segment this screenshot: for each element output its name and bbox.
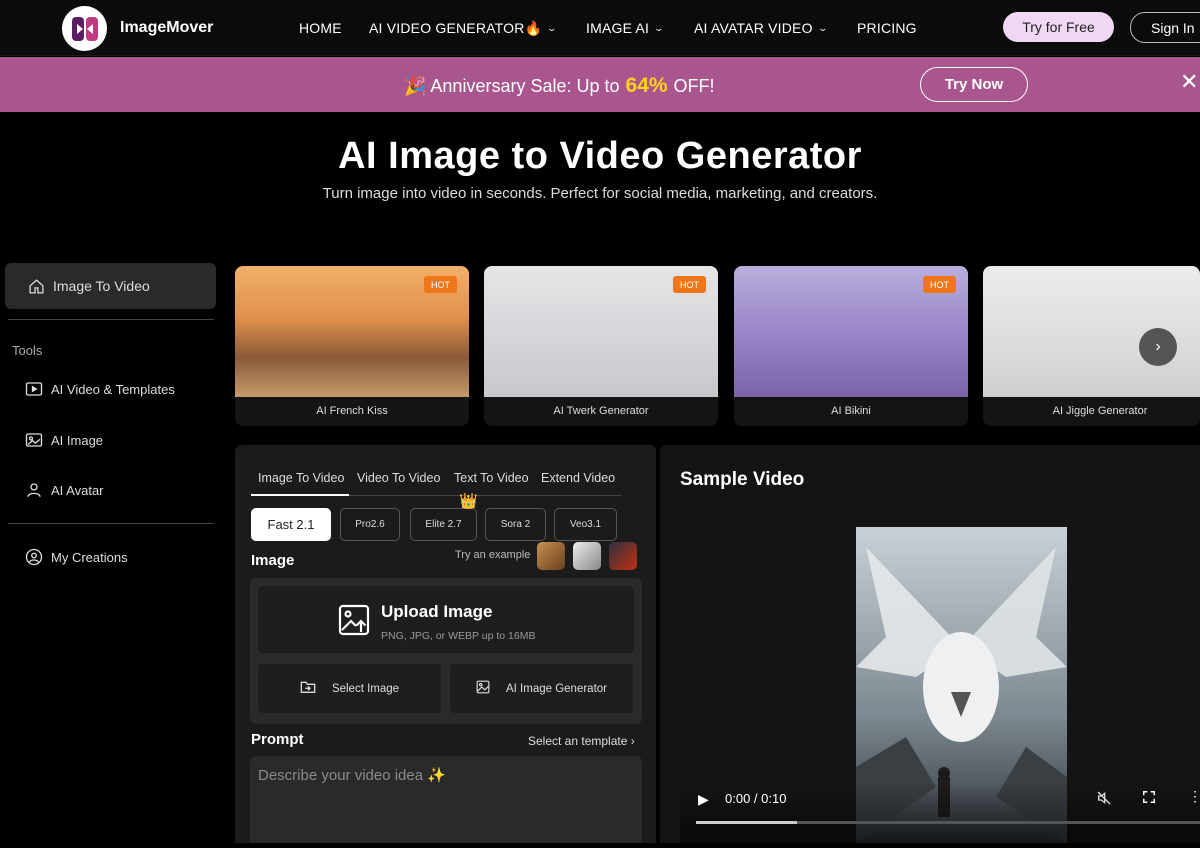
tools-heading: Tools [12, 343, 43, 358]
select-template-label: Select an template [528, 734, 628, 748]
image-icon [25, 431, 43, 449]
home-icon [27, 277, 45, 295]
template-label: AI Twerk Generator [553, 405, 649, 417]
nav-ai-avatar-video[interactable]: AI AVATAR VIDEO ⌄ [694, 20, 828, 36]
model-sora-2[interactable]: Sora 2 [485, 508, 546, 541]
sample-video-panel: Sample Video ▶ 0:00 / 0:10 ⋮ [660, 445, 1200, 843]
crown-icon: 👑 [459, 493, 478, 510]
tab-image-to-video[interactable]: Image To Video [258, 471, 344, 485]
prompt-label: Prompt [251, 731, 304, 748]
generator-panel: Image To Video Video To Video Text To Vi… [235, 445, 656, 843]
video-progress-bar[interactable] [696, 821, 1200, 824]
sidebar-item-label: AI Video & Templates [51, 381, 175, 397]
video-controls: ▶ 0:00 / 0:10 ⋮ [680, 783, 1200, 843]
sidebar-item-label: AI Avatar [51, 482, 104, 498]
divider [8, 523, 214, 524]
model-fast-2-1[interactable]: Fast 2.1 [251, 508, 331, 541]
sale-percent: 64% [625, 74, 668, 97]
chevron-down-icon: ⌄ [653, 22, 665, 33]
image-icon [476, 680, 490, 697]
carousel-next-button[interactable]: › [1139, 328, 1177, 366]
tab-text-to-video[interactable]: Text To Video [454, 471, 529, 485]
user-icon [25, 481, 43, 499]
select-image-label: Select Image [331, 682, 400, 695]
sale-text-post: OFF! [673, 75, 715, 96]
active-tab-indicator [251, 494, 349, 496]
more-options-icon[interactable]: ⋮ [1188, 788, 1200, 805]
video-progress-fill [696, 821, 797, 824]
upload-hint: PNG, JPG, or WEBP up to 16MB [381, 630, 536, 642]
page-title: AI Image to Video Generator [338, 135, 862, 177]
sidebar-item-ai-video-templates[interactable]: AI Video & Templates [25, 380, 175, 398]
template-card-twerk-generator[interactable]: HOT AI Twerk Generator [484, 266, 718, 426]
sidebar-item-label: My Creations [51, 549, 128, 565]
nav-ai-video-generator[interactable]: AI VIDEO GENERATOR🔥 ⌄ [369, 20, 558, 37]
prompt-input[interactable]: Describe your video idea ✨ [250, 756, 642, 843]
upload-area: Upload Image PNG, JPG, or WEBP up to 16M… [250, 578, 642, 724]
model-pro-2-6[interactable]: Pro2.6 [340, 508, 400, 541]
try-for-free-button[interactable]: Try for Free [1003, 12, 1114, 42]
image-upload-icon [338, 604, 370, 641]
tab-video-to-video[interactable]: Video To Video [357, 471, 440, 485]
mute-icon[interactable] [1096, 790, 1112, 811]
fullscreen-icon[interactable] [1142, 790, 1156, 809]
sale-text-pre: 🎉 Anniversary Sale: Up to [404, 75, 620, 96]
example-thumbnail[interactable] [609, 542, 637, 570]
select-template-link[interactable]: Select an template › [528, 734, 635, 748]
ai-image-generator-label: AI Image Generator [506, 682, 607, 695]
page-subtitle: Turn image into video in seconds. Perfec… [322, 185, 878, 202]
nav-pricing[interactable]: PRICING [857, 20, 917, 36]
folder-icon [300, 680, 316, 697]
chevron-down-icon: ⌄ [546, 23, 558, 33]
profile-circle-icon [25, 548, 43, 566]
try-example-label: Try an example [455, 549, 531, 561]
video-icon [25, 380, 43, 398]
ai-image-generator-button[interactable]: AI Image Generator [450, 664, 633, 713]
sidebar-item-label: AI Image [51, 432, 104, 448]
hot-badge: HOT [424, 276, 457, 293]
upload-title: Upload Image [381, 602, 493, 621]
model-veo-3-1[interactable]: Veo3.1 [554, 508, 617, 541]
hot-badge: HOT [923, 276, 956, 293]
template-label: AI French Kiss [316, 405, 388, 417]
template-card-bikini[interactable]: HOT AI Bikini [734, 266, 968, 426]
sample-video-title: Sample Video [680, 469, 805, 490]
close-icon[interactable]: ✕ [1180, 69, 1198, 95]
template-label: AI Bikini [831, 405, 871, 417]
sidebar-item-ai-image[interactable]: AI Image [25, 431, 103, 449]
sign-in-button[interactable]: Sign In [1130, 12, 1200, 43]
chevron-right-icon: › [630, 734, 635, 748]
sale-banner: 🎉 Anniversary Sale: Up to 64% OFF! Try N… [0, 57, 1200, 112]
logo[interactable] [62, 6, 107, 51]
nav-image-ai[interactable]: IMAGE AI ⌄ [586, 20, 665, 36]
example-thumbnail[interactable] [573, 542, 601, 570]
sidebar-item-my-creations[interactable]: My Creations [25, 548, 128, 566]
brand-name[interactable]: ImageMover [120, 19, 213, 37]
template-label: AI Jiggle Generator [1052, 405, 1148, 417]
try-now-button[interactable]: Try Now [920, 67, 1028, 102]
image-label: Image [251, 552, 295, 569]
template-card-french-kiss[interactable]: HOT AI French Kiss [235, 266, 469, 426]
nav-home[interactable]: HOME [299, 20, 342, 36]
video-time: 0:00 / 0:10 [725, 791, 787, 806]
play-icon[interactable]: ▶ [698, 791, 709, 808]
hot-badge: HOT [673, 276, 706, 293]
divider [8, 319, 214, 320]
sidebar-item-label: Image To Video [53, 278, 150, 294]
sale-text: 🎉 Anniversary Sale: Up to 64% OFF! [404, 74, 715, 98]
chevron-down-icon: ⌄ [817, 22, 828, 33]
sidebar-item-ai-avatar[interactable]: AI Avatar [25, 481, 104, 499]
example-thumbnail[interactable] [537, 542, 565, 570]
model-elite-2-7[interactable]: Elite 2.7 [410, 508, 477, 541]
upload-dropzone[interactable]: Upload Image PNG, JPG, or WEBP up to 16M… [258, 586, 634, 653]
select-image-button[interactable]: Select Image [258, 664, 441, 713]
sidebar-item-image-to-video[interactable]: Image To Video [5, 263, 216, 309]
top-nav: ImageMover HOME AI VIDEO GENERATOR🔥 ⌄ IMA… [0, 0, 1200, 56]
tab-extend-video[interactable]: Extend Video [541, 471, 615, 485]
chevron-right-icon: › [1155, 338, 1161, 355]
